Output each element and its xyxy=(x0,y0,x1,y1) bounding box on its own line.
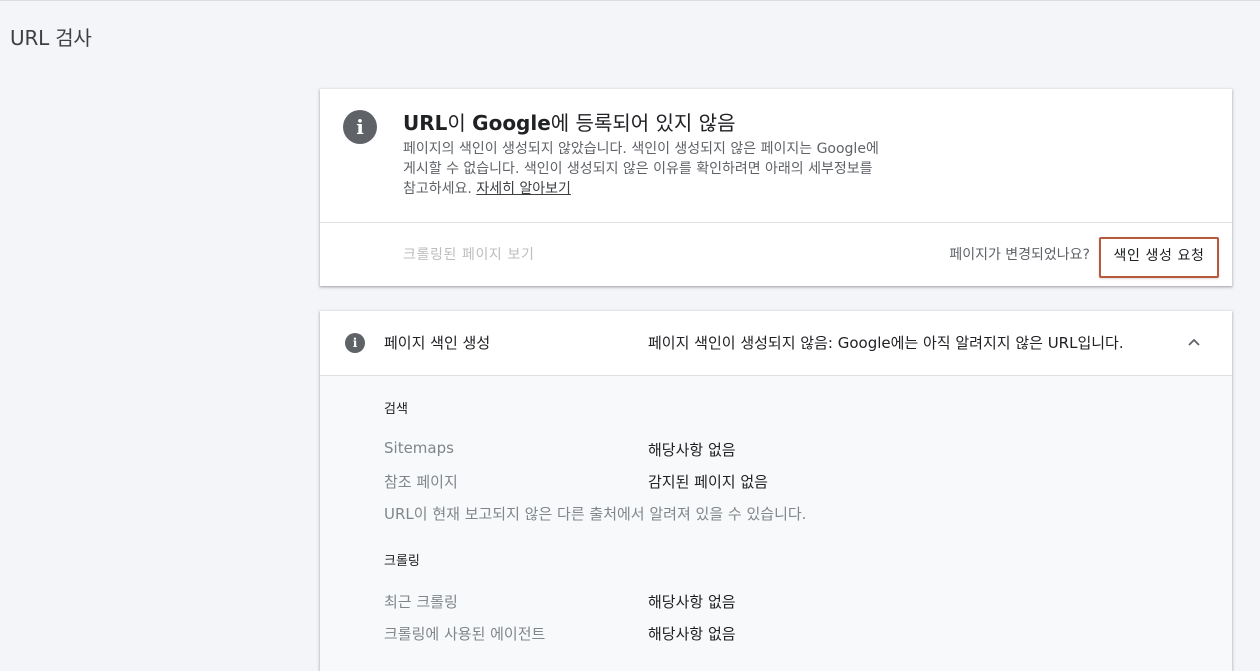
sitemaps-label: Sitemaps xyxy=(384,439,454,457)
chevron-up-icon[interactable] xyxy=(1187,335,1201,349)
discovery-section-title: 검색 xyxy=(384,402,408,417)
status-description-line-3: 참고하세요. 자세히 알아보기 xyxy=(403,179,983,199)
crawled-as-label: 크롤링에 사용된 에이전트 xyxy=(384,625,546,643)
status-title-url: URL xyxy=(403,111,448,135)
last-crawl-value: 해당사항 없음 xyxy=(648,593,736,611)
view-crawled-page-button: 크롤링된 페이지 보기 xyxy=(403,247,535,263)
crawled-as-value: 해당사항 없음 xyxy=(648,625,736,643)
info-icon: i xyxy=(343,110,377,144)
status-description-line-1: 페이지의 색인이 생성되지 않았습니다. 색인이 생성되지 않은 페이지는 Go… xyxy=(403,141,879,157)
status-card-divider xyxy=(320,222,1232,223)
last-crawl-label: 최근 크롤링 xyxy=(384,593,458,611)
referring-page-label: 참조 페이지 xyxy=(384,473,458,491)
referring-page-value: 감지된 페이지 없음 xyxy=(648,473,768,491)
learn-more-link[interactable]: 자세히 알아보기 xyxy=(476,181,571,197)
request-indexing-button[interactable]: 색인 생성 요청 xyxy=(1099,237,1219,278)
top-divider xyxy=(0,0,1260,1)
status-description-line-3-text: 참고하세요. xyxy=(403,181,477,197)
page-indexing-label: 페이지 색인 생성 xyxy=(384,334,491,352)
status-title-suffix: 에 등록되어 있지 않음 xyxy=(550,111,736,135)
page-indexing-panel: i 페이지 색인 생성 페이지 색인이 생성되지 않음: Google에는 아직… xyxy=(320,311,1232,671)
sitemaps-value: 해당사항 없음 xyxy=(648,441,736,459)
page-title: URL 검사 xyxy=(10,26,92,50)
page-indexing-details: 검색 Sitemaps 해당사항 없음 참조 페이지 감지된 페이지 없음 UR… xyxy=(320,375,1232,671)
url-status-card: i URL이 Google에 등록되어 있지 않음 페이지의 색인이 생성되지 … xyxy=(320,89,1232,286)
crawl-section-title: 크롤링 xyxy=(384,554,420,569)
status-description-line-2: 게시할 수 없습니다. 색인이 생성되지 않은 이유를 확인하려면 아래의 세부… xyxy=(403,161,873,177)
page-changed-question: 페이지가 변경되었나요? xyxy=(949,247,1090,263)
discovery-note: URL이 현재 보고되지 않은 다른 출처에서 알려져 있을 수 있습니다. xyxy=(384,505,807,523)
status-title-brand: Google xyxy=(472,111,551,135)
status-description: 페이지의 색인이 생성되지 않았습니다. 색인이 생성되지 않은 페이지는 Go… xyxy=(403,139,983,199)
page-indexing-status: 페이지 색인이 생성되지 않음: Google에는 아직 알려지지 않은 URL… xyxy=(648,334,1124,352)
status-title-mid: 이 xyxy=(447,111,473,135)
status-title: URL이 Google에 등록되어 있지 않음 xyxy=(403,107,735,136)
info-icon: i xyxy=(345,333,365,353)
page-indexing-header[interactable]: i 페이지 색인 생성 페이지 색인이 생성되지 않음: Google에는 아직… xyxy=(320,311,1232,375)
